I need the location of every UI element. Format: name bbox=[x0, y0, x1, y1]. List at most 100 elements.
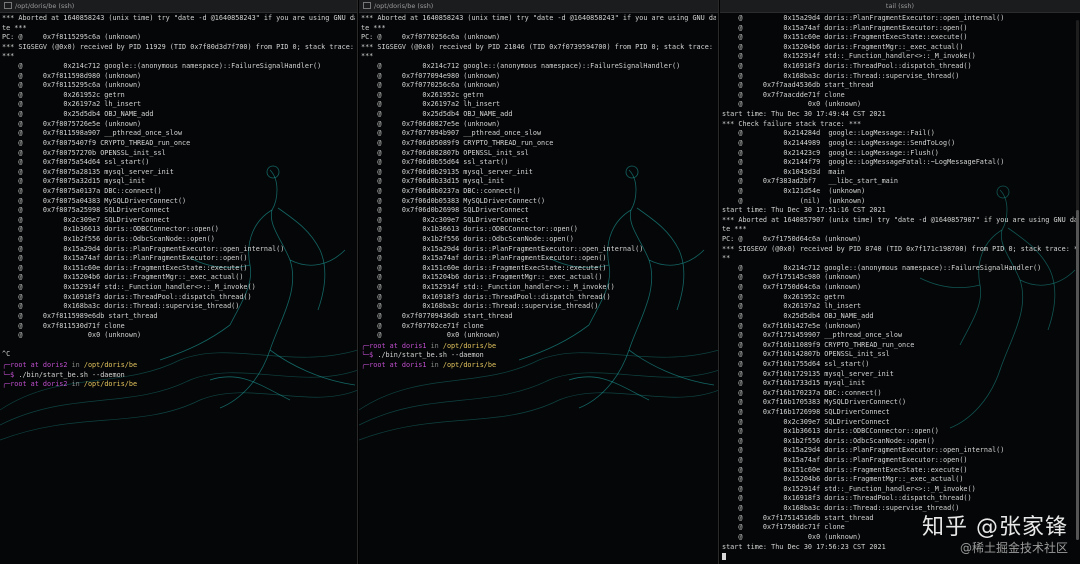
prompt-line: ╭─root at doris2 in /opt/doris/be bbox=[2, 361, 355, 371]
terminal-line: @ 0x7f0770256c6a (unknown) bbox=[361, 81, 501, 90]
terminal-line: @ 0x15204b6 doris::FragmentMgr::_exec_ac… bbox=[722, 42, 964, 51]
terminal-line: PC: @ 0x7f1750d64c6a (unknown) bbox=[722, 235, 862, 244]
terminal-line: @ 0x168ba3c doris::Thread::supervise_thr… bbox=[361, 302, 599, 311]
pane-titlebar[interactable]: /opt/doris/be (ssh) bbox=[359, 0, 718, 13]
terminal-icon bbox=[363, 1, 371, 9]
terminal-line: @ 0x7f7aad4536db start_thread bbox=[722, 81, 874, 90]
terminal-line: @ 0x168ba3c doris::Thread::supervise_thr… bbox=[722, 71, 960, 80]
terminal-line: @ 0x15204b6 doris::FragmentMgr::_exec_ac… bbox=[2, 273, 244, 282]
terminal-prompt-area[interactable]: ╭─root at doris1 in /opt/doris/be ╰─$ ./b… bbox=[359, 341, 718, 371]
pane-title: tail (ssh) bbox=[885, 2, 915, 10]
pane-titlebar[interactable]: tail (ssh) bbox=[720, 0, 1080, 13]
terminal-line: @ 0x121d54e (unknown) bbox=[722, 186, 866, 195]
terminal-line: @ 0x7f06d0b0237a DBC::connect() bbox=[361, 186, 521, 195]
watermark: 知乎 @张家锋 @稀土掘金技术社区 bbox=[922, 509, 1068, 556]
terminal-line: @ 0x214c712 google::(anonymous namespace… bbox=[361, 62, 681, 71]
terminal-line: @ 0x15a29d4 doris::PlanFragmentExecutor:… bbox=[722, 14, 1005, 22]
terminal-line: @ 0x7f175145c980 (unknown) bbox=[722, 273, 862, 282]
pane-title: /opt/doris/be (ssh) bbox=[374, 2, 434, 10]
terminal-line: @ 0x1b2f556 doris::OdbcScanNode::open() bbox=[361, 235, 574, 244]
cursor-block bbox=[722, 552, 726, 560]
prompt-line: ╭─root at doris1 in /opt/doris/be bbox=[361, 342, 716, 352]
terminal-line: @ 0x1b36613 doris::ODBCConnector::open() bbox=[361, 225, 578, 234]
terminal-pane-left[interactable]: /opt/doris/be (ssh) *** Aborted at 16408 bbox=[0, 0, 358, 564]
terminal-line: @ 0x7f16b1726998 SQLDriverConnect bbox=[722, 407, 890, 416]
terminal-line: @ 0x1b2f556 doris::OdbcScanNode::open() bbox=[722, 436, 935, 445]
terminal-pane-right[interactable]: tail (ssh) @ 0x15a29d4 doris::PlanFragme… bbox=[720, 0, 1080, 564]
terminal-line: @ 0x1b36613 doris::ODBCConnector::open() bbox=[722, 427, 939, 436]
prompt-line: ╰─$ ./bin/start_be.sh --daemon bbox=[2, 371, 355, 381]
terminal-line: @ 0x7f7aacdde71f clone bbox=[722, 90, 845, 99]
terminal-line: @ 0x7f8075a32d15 mysql_init bbox=[2, 177, 146, 186]
terminal-line: @ 0x26197a2 lh_insert bbox=[361, 100, 501, 109]
terminal-line: @ 0x151c60e doris::FragmentExecState::ex… bbox=[722, 465, 968, 474]
prompt-separator: in bbox=[426, 360, 443, 369]
terminal-line: @ 0x25d5db4 OBJ_NAME_add bbox=[722, 311, 874, 320]
prompt-separator: in bbox=[426, 341, 443, 350]
terminal-line: *** SIGSEGV (@0x0) received by PID 21846… bbox=[361, 42, 713, 51]
terminal-line: @ 0x152914f std::_Function_handler<>::_M… bbox=[2, 283, 256, 292]
terminal-line: @ 0x1b36613 doris::ODBCConnector::open() bbox=[2, 225, 219, 234]
prompt-separator: in bbox=[67, 380, 84, 389]
terminal-line: @ 0x7f811598a907 __pthread_once_slow bbox=[2, 129, 183, 138]
scrollbar-track[interactable] bbox=[1076, 20, 1079, 540]
terminal-line: PC: @ 0x7f8115295c6a (unknown) bbox=[2, 33, 142, 42]
terminal-line: @ 0x7f1751459907 __pthread_once_slow bbox=[722, 331, 903, 340]
pane-titlebar[interactable]: /opt/doris/be (ssh) bbox=[0, 0, 357, 13]
pane-title: /opt/doris/be (ssh) bbox=[15, 2, 75, 10]
terminal-line: @ 0x7f16b11089f9 CRYPTO_THREAD_run_once bbox=[722, 340, 915, 349]
terminal-line: te *** bbox=[361, 23, 386, 32]
terminal-line: @ 0x7f16b1729135 mysql_server_init bbox=[722, 369, 894, 378]
terminal-line: @ 0x1b2f556 doris::OdbcScanNode::open() bbox=[2, 235, 215, 244]
terminal-output[interactable]: *** Aborted at 1640858243 (unix time) tr… bbox=[0, 13, 357, 360]
terminal-line: @ 0x7f80757270b OPENSSL_init_ssl bbox=[2, 148, 166, 157]
terminal-line: @ 0x7f07709436db start_thread bbox=[361, 311, 513, 320]
terminal-line: @ 0x261952c getrn bbox=[2, 90, 125, 99]
terminal-line: @ 0x151c60e doris::FragmentExecState::ex… bbox=[722, 33, 968, 42]
terminal-line: *** Aborted at 1640857907 (unix time) tr… bbox=[722, 215, 1078, 224]
terminal-line: *** SIGSEGV (@0x0) received by PID 11929… bbox=[2, 42, 354, 51]
prompt-user: root at doris1 bbox=[369, 360, 427, 369]
prompt-arrow-icon: ╰─$ bbox=[361, 351, 378, 360]
prompt-user: root at doris1 bbox=[369, 341, 427, 350]
terminal-line: @ 0x1043d3d main bbox=[722, 167, 845, 176]
watermark-main: 知乎 @张家锋 bbox=[922, 515, 1068, 540]
terminal-line: @ 0x25d5db4 OBJ_NAME_add bbox=[361, 110, 513, 119]
terminal-line: @ 0x2c309e7 SQLDriverConnect bbox=[361, 215, 529, 224]
terminal-line: @ 0x0 (unknown) bbox=[2, 331, 142, 340]
prompt-path: /opt/doris/be bbox=[442, 360, 497, 369]
terminal-line: @ 0x26197a2 lh_insert bbox=[722, 302, 862, 311]
terminal-line: @ 0x7f8115295c6a (unknown) bbox=[2, 81, 142, 90]
scrollbar-thumb[interactable] bbox=[1076, 210, 1079, 540]
terminal-line: @ 0x2144989 google::LogMessage::SendToLo… bbox=[722, 138, 956, 147]
terminal-line: @ 0x16918f3 doris::ThreadPool::dispatch_… bbox=[361, 292, 611, 301]
terminal-line: @ 0x152914f std::_Function_handler<>::_M… bbox=[722, 484, 976, 493]
prompt-command: ./bin/start_be.sh --daemon bbox=[377, 351, 484, 360]
terminal-output[interactable]: *** Aborted at 1640858243 (unix time) tr… bbox=[359, 13, 718, 341]
terminal-line: te *** bbox=[722, 225, 747, 234]
terminal-line: @ 0x7f16b1755d64 ssl_start() bbox=[722, 359, 870, 368]
terminal-prompt-area[interactable]: ╭─root at doris2 in /opt/doris/be ╰─$ ./b… bbox=[0, 360, 357, 390]
terminal-line: @ 0x16918f3 doris::ThreadPool::dispatch_… bbox=[722, 494, 972, 503]
terminal-icon bbox=[4, 1, 12, 9]
terminal-line: @ 0x16918f3 doris::ThreadPool::dispatch_… bbox=[722, 62, 972, 71]
terminal-output[interactable]: @ 0x15a29d4 doris::PlanFragmentExecutor:… bbox=[720, 13, 1080, 562]
prompt-arrow-icon: ╭─ bbox=[2, 380, 11, 389]
terminal-line: @ 0x7f8075a0137a DBC::connect() bbox=[2, 186, 162, 195]
terminal-line: @ 0x15a74af doris::PlanFragmentExecutor:… bbox=[2, 254, 248, 263]
terminal-pane-middle[interactable]: /opt/doris/be (ssh) *** Aborted at 16408 bbox=[359, 0, 719, 564]
terminal-line: @ 0x7f8075726e5e (unknown) bbox=[2, 119, 142, 128]
terminal-line: @ 0x152914f std::_Function_handler<>::_M… bbox=[722, 52, 976, 61]
terminal-line: @ 0x7f383ad2bf7 __libc_start_main bbox=[722, 177, 898, 186]
terminal-line: @ 0x214c712 google::(anonymous namespace… bbox=[722, 263, 1042, 272]
terminal-line: @ (nil) (unknown) bbox=[722, 196, 866, 205]
terminal-line: *** Aborted at 1640858243 (unix time) tr… bbox=[2, 14, 355, 22]
terminal-line: @ 0x7f1750d64c6a (unknown) bbox=[722, 283, 862, 292]
prompt-arrow-icon: ╰─$ bbox=[2, 370, 19, 379]
terminal-line: @ 0x15204b6 doris::FragmentMgr::_exec_ac… bbox=[361, 273, 603, 282]
terminal-line: @ 0x7f077094b907 __pthread_once_slow bbox=[361, 129, 542, 138]
prompt-separator: in bbox=[67, 360, 84, 369]
terminal-line: @ 0x7f06d0b05383 MySQLDriverConnect() bbox=[361, 196, 546, 205]
terminal-line: @ 0x7f8075a04383 MySQLDriverConnect() bbox=[2, 196, 187, 205]
